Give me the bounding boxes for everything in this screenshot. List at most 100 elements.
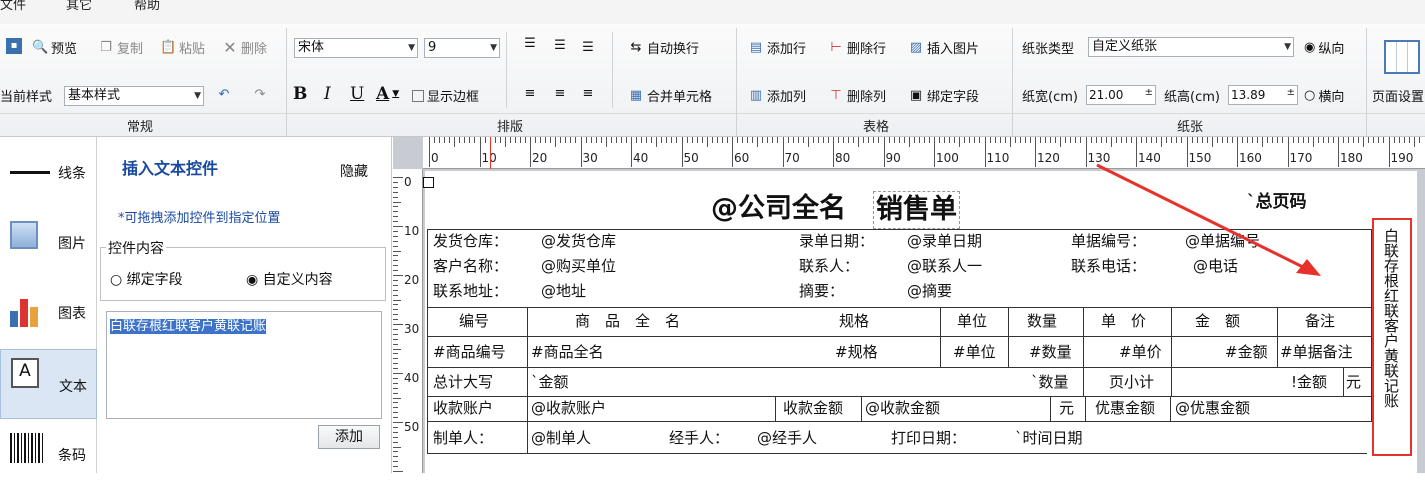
landscape-radio[interactable]: ○ 横向 xyxy=(1304,86,1344,105)
field-warehouse[interactable]: @发货仓库 xyxy=(541,230,616,252)
label-currency-yuan[interactable]: 元 xyxy=(1346,371,1361,393)
label-summary[interactable]: 摘要： xyxy=(799,280,844,302)
tool-barcode[interactable]: 条码 xyxy=(0,419,97,489)
field-handler[interactable]: @经手人 xyxy=(757,427,817,449)
col-header-remark[interactable]: 备注 xyxy=(1305,310,1335,332)
font-size-select[interactable]: 9 ▼ xyxy=(424,38,500,58)
label-discount[interactable]: 优惠金额 xyxy=(1095,397,1155,419)
field-entry-date[interactable]: @录单日期 xyxy=(907,230,982,252)
align-bottom-button[interactable]: ☰ xyxy=(580,40,596,56)
col-header-amount[interactable]: 金 额 xyxy=(1195,310,1240,332)
label-contact[interactable]: 联系人： xyxy=(799,255,859,277)
menu-help[interactable]: 帮助 xyxy=(134,0,160,13)
page-setup-button[interactable]: 页面设置 xyxy=(1372,86,1424,105)
field-item-remark[interactable]: #单据备注 xyxy=(1280,341,1353,363)
field-preparer[interactable]: @制单人 xyxy=(531,427,591,449)
tool-text[interactable]: A 文本 xyxy=(0,349,97,419)
field-item-code[interactable]: #商品编号 xyxy=(433,341,506,363)
tool-image[interactable]: 图片 xyxy=(0,207,97,277)
hide-panel-button[interactable]: 隐藏 xyxy=(340,161,368,181)
field-doc-number[interactable]: @单据编号 xyxy=(1185,230,1260,252)
field-pay-account[interactable]: @收款账户 xyxy=(531,397,606,419)
label-address[interactable]: 联系地址： xyxy=(433,280,508,302)
field-customer[interactable]: @购买单位 xyxy=(541,255,616,277)
field-pay-amount[interactable]: @收款金额 xyxy=(865,397,940,419)
label-pay-yuan[interactable]: 元 xyxy=(1059,397,1074,419)
field-total-uppercase[interactable]: `金额 xyxy=(531,371,569,393)
tool-chart[interactable]: 图表 xyxy=(0,277,97,347)
col-header-price[interactable]: 单 价 xyxy=(1101,310,1146,332)
report-title-name[interactable]: 销售单 xyxy=(873,191,960,229)
save-button[interactable]: ▪ xyxy=(6,38,22,54)
report-page[interactable]: @公司全名 销售单 `总页码 发货仓库： @发货仓库 录单日期： @录单日期 单… xyxy=(423,171,1417,473)
field-item-unit[interactable]: #单位 xyxy=(953,341,996,363)
field-contact[interactable]: @联系人一 xyxy=(907,255,982,277)
label-phone[interactable]: 联系电话： xyxy=(1071,255,1146,277)
font-name-select[interactable]: 宋体 ▼ xyxy=(294,38,418,58)
col-header-code[interactable]: 编号 xyxy=(459,310,489,332)
delete-row-button[interactable]: ⊢ 删除行 xyxy=(828,38,886,58)
report-title-company[interactable]: @公司全名 xyxy=(711,191,846,227)
add-col-button[interactable]: ▥ 添加列 xyxy=(748,86,806,106)
col-header-spec[interactable]: 规格 xyxy=(839,310,869,332)
tool-line[interactable]: 线条 xyxy=(0,137,97,207)
label-warehouse[interactable]: 发货仓库： xyxy=(433,230,508,252)
label-customer[interactable]: 客户名称： xyxy=(433,255,508,277)
col-header-qty[interactable]: 数量 xyxy=(1027,310,1057,332)
field-item-qty[interactable]: #数量 xyxy=(1029,341,1072,363)
label-entry-date[interactable]: 录单日期： xyxy=(799,230,874,252)
col-header-unit[interactable]: 单位 xyxy=(957,310,987,332)
add-row-button[interactable]: ▤ 添加行 xyxy=(748,38,806,58)
field-item-spec[interactable]: #规格 xyxy=(835,341,878,363)
field-summary[interactable]: @摘要 xyxy=(907,280,952,302)
paper-height-input[interactable]: 13.89 ± xyxy=(1228,85,1298,105)
col-header-name[interactable]: 商 品 全 名 xyxy=(575,310,680,332)
merge-cells-button[interactable]: ▦ 合并单元格 xyxy=(628,86,712,106)
copy-button[interactable]: ❐ 复制 xyxy=(98,38,143,58)
align-right-button[interactable]: ≡ xyxy=(580,86,596,102)
field-total-qty[interactable]: `数量 xyxy=(1031,371,1069,393)
paper-type-select[interactable]: 自定义纸张 ▼ xyxy=(1088,37,1294,57)
auto-wrap-button[interactable]: ⇆ 自动换行 xyxy=(628,38,699,58)
font-color-button[interactable]: A ▼ xyxy=(376,84,399,104)
side-note-text[interactable]: 白联存根红联客户黄联记账 xyxy=(1372,218,1412,456)
menu-other[interactable]: 其它 xyxy=(66,0,92,13)
redo-button[interactable]: ↷ xyxy=(252,87,268,103)
bold-button[interactable]: B xyxy=(293,84,307,104)
preview-button[interactable]: 🔍 预览 xyxy=(32,38,77,58)
label-handler[interactable]: 经手人： xyxy=(669,427,729,449)
align-center-button[interactable]: ≡ xyxy=(552,86,568,102)
field-item-name[interactable]: #商品全名 xyxy=(531,341,604,363)
design-canvas[interactable]: 0 10 20 30 40 50 60 70 80 90 100 110 120 130 140 150 160… xyxy=(393,137,1425,473)
paper-width-input[interactable]: 21.00 ± xyxy=(1086,85,1156,105)
field-address[interactable]: @地址 xyxy=(541,280,586,302)
page-total-field[interactable]: `总页码 xyxy=(1247,191,1307,213)
field-print-date[interactable]: `时间日期 xyxy=(1015,427,1083,449)
label-page-subtotal[interactable]: 页小计 xyxy=(1109,371,1154,393)
field-discount[interactable]: @优惠金额 xyxy=(1175,397,1250,419)
menu-file[interactable]: 文件 xyxy=(0,0,26,13)
delete-button[interactable]: ✕ 删除 xyxy=(222,38,267,57)
label-doc-number[interactable]: 单据编号： xyxy=(1071,230,1146,252)
text-content-input[interactable]: 白联存根红联客户黄联记账 xyxy=(106,311,382,419)
align-middle-button[interactable]: ☰ xyxy=(552,38,568,54)
bind-field-radio[interactable]: ○ 绑定字段 xyxy=(110,269,183,289)
label-pay-account[interactable]: 收款账户 xyxy=(433,397,493,419)
bind-field-button[interactable]: ▣ 绑定字段 xyxy=(908,86,979,106)
label-total-uppercase[interactable]: 总计大写 xyxy=(433,371,493,393)
undo-button[interactable]: ↶ xyxy=(216,87,232,103)
align-left-button[interactable]: ≡ xyxy=(522,86,538,102)
field-page-subtotal[interactable]: !金额 xyxy=(1291,371,1327,393)
field-item-amount[interactable]: #金额 xyxy=(1225,341,1268,363)
field-phone[interactable]: @电话 xyxy=(1193,255,1238,277)
underline-button[interactable]: U xyxy=(350,84,364,104)
delete-col-button[interactable]: ⊤ 删除列 xyxy=(828,86,886,106)
portrait-radio[interactable]: ◉ 纵向 xyxy=(1304,38,1344,57)
paste-button[interactable]: 📋 粘贴 xyxy=(160,38,205,58)
label-preparer[interactable]: 制单人： xyxy=(433,427,493,449)
insert-image-button[interactable]: ▨ 插入图片 xyxy=(908,38,979,58)
italic-button[interactable]: I xyxy=(324,84,331,104)
add-button[interactable]: 添加 xyxy=(318,425,380,449)
label-pay-amount[interactable]: 收款金额 xyxy=(783,397,843,419)
field-item-price[interactable]: #单价 xyxy=(1119,341,1162,363)
